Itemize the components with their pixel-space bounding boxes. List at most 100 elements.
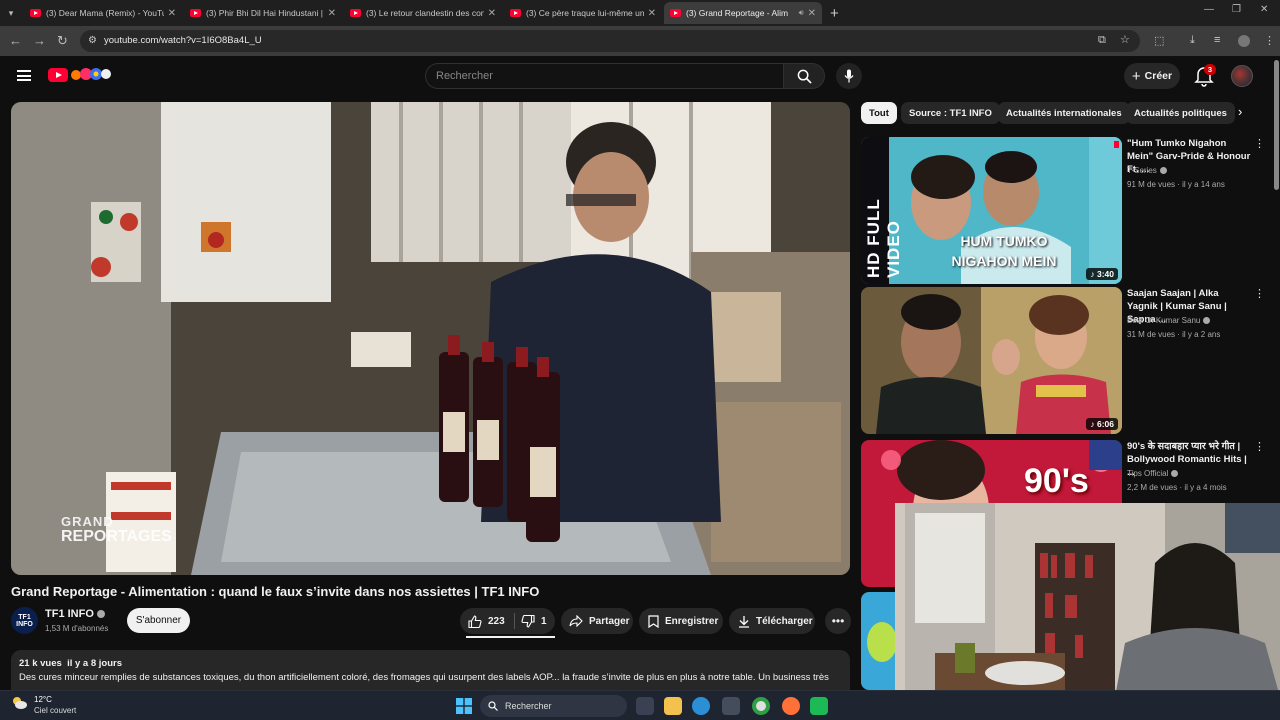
video-player[interactable]: GRAND REPORTAGES bbox=[11, 102, 850, 575]
back-arrow-icon[interactable]: ← bbox=[9, 33, 22, 48]
video-frame-image bbox=[11, 102, 850, 575]
reload-icon[interactable]: ↻ bbox=[57, 33, 68, 49]
close-tab-icon[interactable]: ✕ bbox=[168, 8, 176, 19]
page-scrollbar[interactable] bbox=[1274, 60, 1279, 190]
close-tab-icon[interactable]: ✕ bbox=[648, 8, 656, 19]
recommendation-menu-icon[interactable]: ⋮ bbox=[1254, 137, 1265, 150]
recommendation-item[interactable]: HD FULL VIDEO HUM TUMKO NIGAHON MEIN ♪ 3… bbox=[861, 137, 1271, 284]
extensions-icon[interactable]: ⬚ bbox=[1154, 34, 1164, 47]
recommendation-menu-icon[interactable]: ⋮ bbox=[1254, 287, 1265, 300]
view-count: 21 k vues bbox=[19, 658, 62, 669]
video-overlay-logo-top: GRAND bbox=[61, 514, 114, 529]
weather-temperature[interactable]: 12°C bbox=[34, 695, 52, 704]
recommendation-menu-icon[interactable]: ⋮ bbox=[1254, 440, 1265, 453]
menu-kebab-icon[interactable]: ⋮ bbox=[1264, 34, 1275, 47]
youtube-favicon-icon bbox=[350, 9, 361, 17]
close-tab-icon[interactable]: ✕ bbox=[328, 8, 336, 19]
windows-start-icon[interactable] bbox=[456, 698, 472, 714]
new-tab-plus-icon[interactable]: + bbox=[830, 5, 839, 22]
dislike-button[interactable]: 1 bbox=[515, 608, 555, 634]
channel-logo-text-top: TF1 bbox=[18, 613, 31, 621]
user-avatar[interactable] bbox=[1231, 65, 1253, 87]
youtube-favicon-icon bbox=[670, 9, 681, 17]
save-button[interactable]: Enregistrer bbox=[639, 608, 723, 634]
channel-name-row[interactable]: TF1 INFO bbox=[45, 608, 105, 620]
youtube-doodle-icon[interactable] bbox=[70, 66, 114, 82]
voice-search-button[interactable] bbox=[836, 63, 862, 89]
recommendation-item[interactable]: ♪ 6:06 Saajan Saajan | Alka Yagnik | Kum… bbox=[861, 287, 1271, 434]
recommendation-meta: 2,2 M de vues · il y a 4 mois bbox=[1127, 483, 1227, 492]
more-actions-icon[interactable]: ••• bbox=[825, 608, 851, 634]
app-icon[interactable] bbox=[810, 697, 828, 715]
video-thumbnail-partial[interactable] bbox=[861, 592, 895, 690]
cast-icon[interactable]: ⧉ bbox=[1098, 34, 1106, 47]
create-button[interactable]: + Créer bbox=[1124, 63, 1180, 89]
edge-browser-icon[interactable] bbox=[692, 697, 710, 715]
subscribe-button[interactable]: S'abonner bbox=[127, 608, 190, 633]
omnibox[interactable]: ⚙︎ youtube.com/watch?v=1I6O8Ba4L_U ⧉ ☆ bbox=[80, 30, 1140, 52]
firefox-browser-icon[interactable] bbox=[782, 697, 800, 715]
weather-condition[interactable]: Ciel couvert bbox=[34, 706, 76, 715]
tab-title: (3) Grand Reportage - Alim bbox=[686, 8, 789, 18]
search-input[interactable] bbox=[426, 64, 783, 88]
close-window-icon[interactable]: ✕ bbox=[1260, 4, 1268, 15]
share-button[interactable]: Partager bbox=[561, 608, 633, 634]
media-icon[interactable]: ≡ bbox=[1214, 34, 1220, 46]
maximize-icon[interactable]: ❐ bbox=[1232, 4, 1241, 15]
recommendation-channel-row[interactable]: Tips Official bbox=[1127, 469, 1179, 478]
tab-title: (3) Le retour clandestin des con bbox=[366, 8, 484, 18]
task-view-icon[interactable] bbox=[636, 697, 654, 715]
taskbar-search-box[interactable]: Rechercher bbox=[480, 695, 627, 717]
search-box[interactable] bbox=[425, 63, 783, 89]
video-thumbnail[interactable]: ♪ 6:06 bbox=[861, 287, 1122, 434]
channel-avatar[interactable]: TF1 INFO bbox=[11, 607, 38, 634]
recommendation-channel[interactable]: Tips Official bbox=[1127, 469, 1168, 478]
cloud-weather-icon[interactable] bbox=[11, 696, 28, 710]
channel-logo-text-bottom: INFO bbox=[16, 620, 33, 628]
bookmark-star-icon[interactable]: ☆ bbox=[1120, 33, 1130, 46]
browser-tab[interactable]: (3) Le retour clandestin des con ✕ bbox=[344, 2, 502, 24]
tab-search-chevron-icon[interactable]: ▾ bbox=[0, 2, 22, 24]
video-thumbnail[interactable]: HD FULL VIDEO HUM TUMKO NIGAHON MEIN ♪ 3… bbox=[861, 137, 1122, 284]
recommendation-channel[interactable]: Best Of Kumar Sanu bbox=[1127, 316, 1200, 325]
microsoft-store-icon[interactable] bbox=[722, 697, 740, 715]
chip-international-news[interactable]: Actualités internationales bbox=[998, 102, 1130, 124]
profile-avatar-icon[interactable] bbox=[1238, 35, 1250, 47]
thumbnail-text-line1: 90's bbox=[1024, 462, 1089, 500]
file-explorer-icon[interactable] bbox=[664, 697, 682, 715]
channel-name[interactable]: TF1 INFO bbox=[45, 608, 94, 620]
browser-tab[interactable]: (3) Ce père traque lui-même un ✕ bbox=[504, 2, 662, 24]
microphone-icon bbox=[844, 69, 854, 83]
download-icon[interactable]: ⤓ bbox=[1190, 34, 1195, 47]
save-label: Enregistrer bbox=[665, 615, 719, 627]
thumbnail-shape bbox=[867, 622, 895, 662]
chevron-right-icon[interactable]: › bbox=[1238, 104, 1242, 119]
site-settings-icon[interactable]: ⚙︎ bbox=[88, 35, 97, 46]
download-button[interactable]: Télécharger bbox=[729, 608, 815, 634]
youtube-favicon-icon bbox=[30, 9, 41, 17]
like-button[interactable]: 223 bbox=[460, 608, 514, 634]
youtube-logo-icon[interactable] bbox=[48, 68, 68, 82]
forward-arrow-icon[interactable]: → bbox=[33, 33, 46, 48]
chip-all[interactable]: Tout bbox=[861, 102, 897, 124]
browser-tab-active[interactable]: (3) Grand Reportage - Alim 🔊︎ ✕ bbox=[664, 2, 822, 24]
minimize-icon[interactable]: — bbox=[1204, 4, 1214, 15]
hamburger-menu-icon[interactable] bbox=[17, 70, 31, 81]
browser-tab[interactable]: (3) Phir Bhi Dil Hai Hindustani | ✕ bbox=[184, 2, 342, 24]
chrome-browser-icon[interactable] bbox=[752, 697, 770, 715]
share-label: Partager bbox=[589, 615, 630, 627]
search-button[interactable] bbox=[783, 63, 825, 89]
browser-tab[interactable]: (3) Dear Mama (Remix) - YouTube ✕ bbox=[24, 2, 182, 24]
recommendation-channel[interactable]: T-Series bbox=[1127, 166, 1157, 175]
close-tab-icon[interactable]: ✕ bbox=[808, 8, 816, 19]
url-text[interactable]: youtube.com/watch?v=1I6O8Ba4L_U bbox=[104, 35, 262, 46]
verified-check-icon bbox=[1203, 317, 1211, 325]
close-tab-icon[interactable]: ✕ bbox=[488, 8, 496, 19]
recommendation-channel-row[interactable]: Best Of Kumar Sanu bbox=[1127, 316, 1211, 325]
speaker-icon[interactable]: 🔊︎ bbox=[799, 8, 804, 18]
chip-political-news[interactable]: Actualités politiques bbox=[1126, 102, 1235, 124]
chip-source-tf1[interactable]: Source : TF1 INFO bbox=[901, 102, 1000, 124]
dislike-count: 1 bbox=[541, 615, 547, 627]
youtube-header: + Créer 3 bbox=[0, 56, 1280, 100]
recommendation-channel-row[interactable]: T-Series bbox=[1127, 166, 1167, 175]
